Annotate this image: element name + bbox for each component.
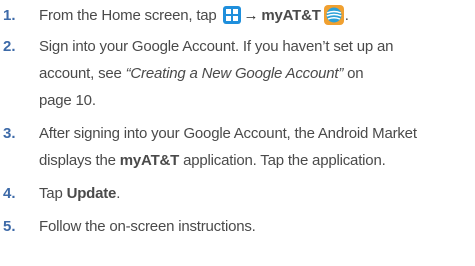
step-number: 3. [3, 125, 16, 142]
step-text: From the Home screen, tap [39, 7, 221, 24]
step-number: 1. [3, 7, 16, 24]
app-name: myAT&T [261, 7, 321, 24]
step-line: Follow the on-screen instructions. [39, 213, 256, 240]
update-label: Update [66, 185, 117, 202]
arrow-icon: → [243, 7, 259, 24]
step-text: application. Tap the application. [179, 152, 386, 169]
step-number: 2. [3, 38, 16, 55]
att-globe-icon [323, 5, 344, 25]
step-text: on [343, 65, 364, 82]
cross-reference-link[interactable]: “Creating a New Google Account” [126, 65, 344, 82]
step-text: . [116, 185, 121, 202]
step-line: After signing into your Google Account, … [39, 120, 417, 147]
step-line: From the Home screen, tap → myAT&T . [39, 2, 349, 29]
step-text: . [344, 7, 349, 24]
apps-grid-icon [222, 6, 241, 24]
step-line: Tap Update. [39, 180, 120, 207]
app-name: myAT&T [119, 152, 180, 169]
step-text: Sign into your Google Account. If you ha… [39, 38, 394, 55]
step-text: Tap [39, 185, 67, 202]
step-line: Sign into your Google Account. If you ha… [39, 33, 393, 60]
step-line: account, see “Creating a New Google Acco… [39, 60, 364, 87]
step-number: 5. [3, 218, 16, 235]
step-text: displays the [39, 152, 120, 169]
step-text: After signing into your Google Account, … [39, 125, 417, 142]
step-text: Follow the on-screen instructions. [39, 218, 256, 235]
step-text: account, see [39, 65, 126, 82]
step-number: 4. [3, 185, 16, 202]
step-line: page 10. [39, 87, 96, 114]
step-line: displays the myAT&T application. Tap the… [39, 147, 386, 174]
step-text: page 10. [39, 92, 96, 109]
